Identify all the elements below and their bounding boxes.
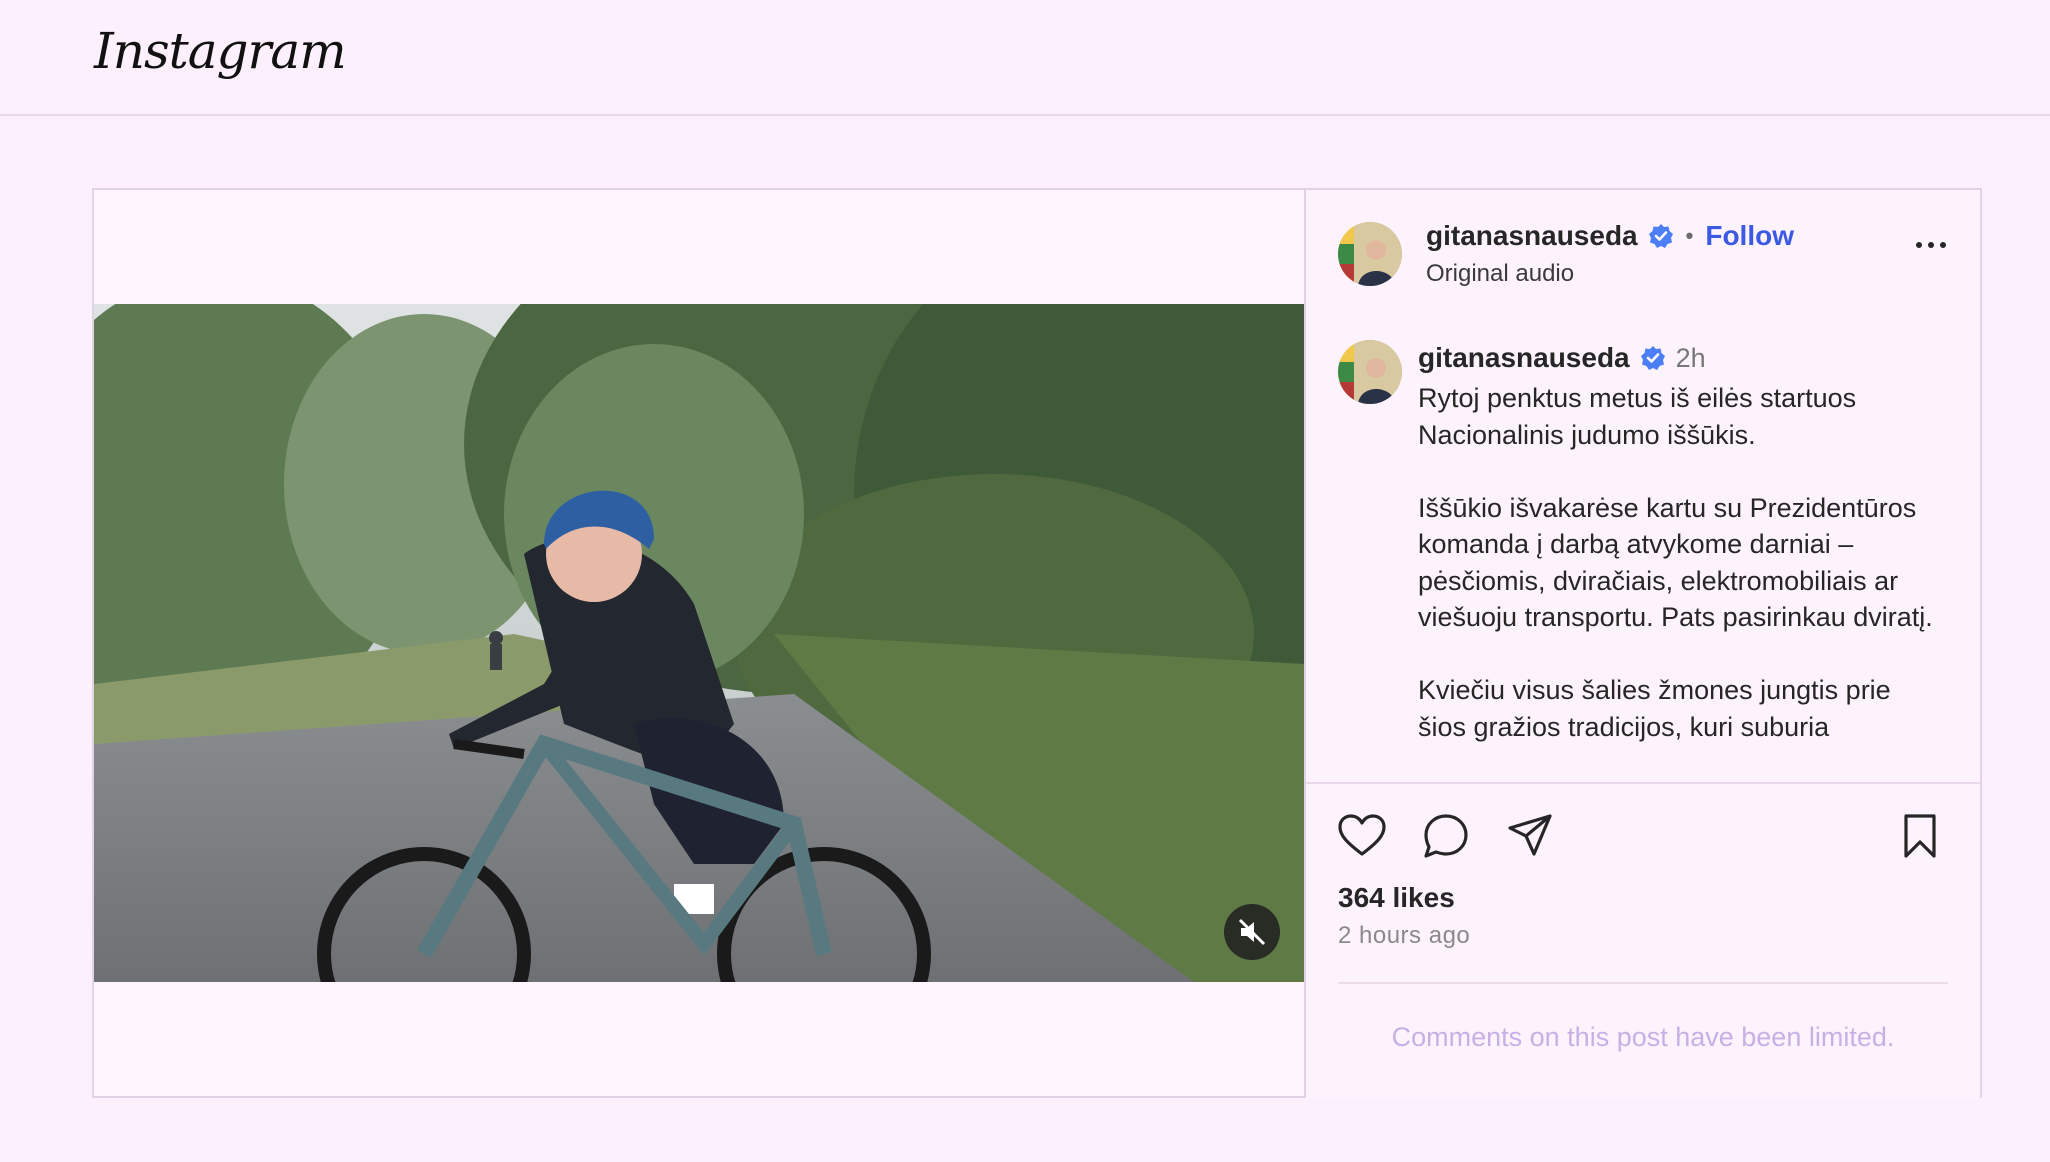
post-timestamp[interactable]: 2 hours ago: [1338, 922, 1470, 950]
verified-badge-icon: [1640, 346, 1665, 370]
caption-header: gitanasnauseda 2h: [1418, 342, 1706, 374]
post-actions-panel: 364 likes 2 hours ago Comments on this p…: [1306, 782, 1980, 1098]
comments-limited-notice: Comments on this post have been limited.: [1391, 1022, 1895, 1052]
action-bar: [1336, 810, 1556, 862]
caption-paragraph: Kviečiu visus šalies žmones jungtis prie…: [1418, 675, 1891, 742]
caption-time[interactable]: 2h: [1676, 343, 1706, 374]
muted-speaker-icon: [1238, 918, 1266, 946]
video-player[interactable]: [94, 304, 1304, 982]
caption-paragraph: Iššūkio išvakarėse kartu su Prezidentūro…: [1418, 492, 1933, 633]
post-header: gitanasnauseda • Follow Original audio: [1306, 190, 1980, 310]
share-icon[interactable]: [1504, 810, 1556, 862]
avatar-image: [1338, 222, 1402, 286]
separator-dot: •: [1685, 223, 1694, 248]
comment-icon[interactable]: [1420, 810, 1472, 862]
mute-toggle-button[interactable]: [1224, 904, 1280, 960]
caption-paragraph: Rytoj penktus metus iš eilės startuos Na…: [1418, 383, 1857, 450]
post-media: [94, 190, 1306, 1096]
caption-text: Rytoj penktus metus iš eilės startuos Na…: [1418, 380, 1938, 780]
bookmark-icon[interactable]: [1894, 810, 1946, 862]
instagram-logo[interactable]: Instagram: [94, 22, 347, 80]
more-dot: [1940, 242, 1946, 248]
audio-label[interactable]: Original audio: [1426, 260, 1574, 288]
author-avatar[interactable]: [1338, 222, 1402, 286]
follow-button[interactable]: Follow: [1705, 220, 1794, 252]
more-options-icon[interactable]: [1916, 242, 1946, 248]
top-bar: Instagram: [0, 0, 2050, 116]
heart-icon[interactable]: [1336, 810, 1388, 862]
avatar-image: [1338, 340, 1402, 404]
caption-author-avatar[interactable]: [1338, 340, 1402, 404]
video-frame: [94, 304, 1304, 982]
more-dot: [1916, 242, 1922, 248]
author-line: gitanasnauseda • Follow: [1426, 220, 1794, 252]
divider: [1338, 982, 1948, 984]
post-card: gitanasnauseda • Follow Original audio g…: [92, 188, 1982, 1098]
verified-badge-icon: [1648, 224, 1673, 248]
likes-count[interactable]: 364 likes: [1338, 882, 1455, 914]
caption-username[interactable]: gitanasnauseda: [1418, 342, 1630, 374]
author-username[interactable]: gitanasnauseda: [1426, 220, 1638, 252]
post-sidebar: gitanasnauseda • Follow Original audio g…: [1306, 190, 1980, 1098]
more-dot: [1928, 242, 1934, 248]
